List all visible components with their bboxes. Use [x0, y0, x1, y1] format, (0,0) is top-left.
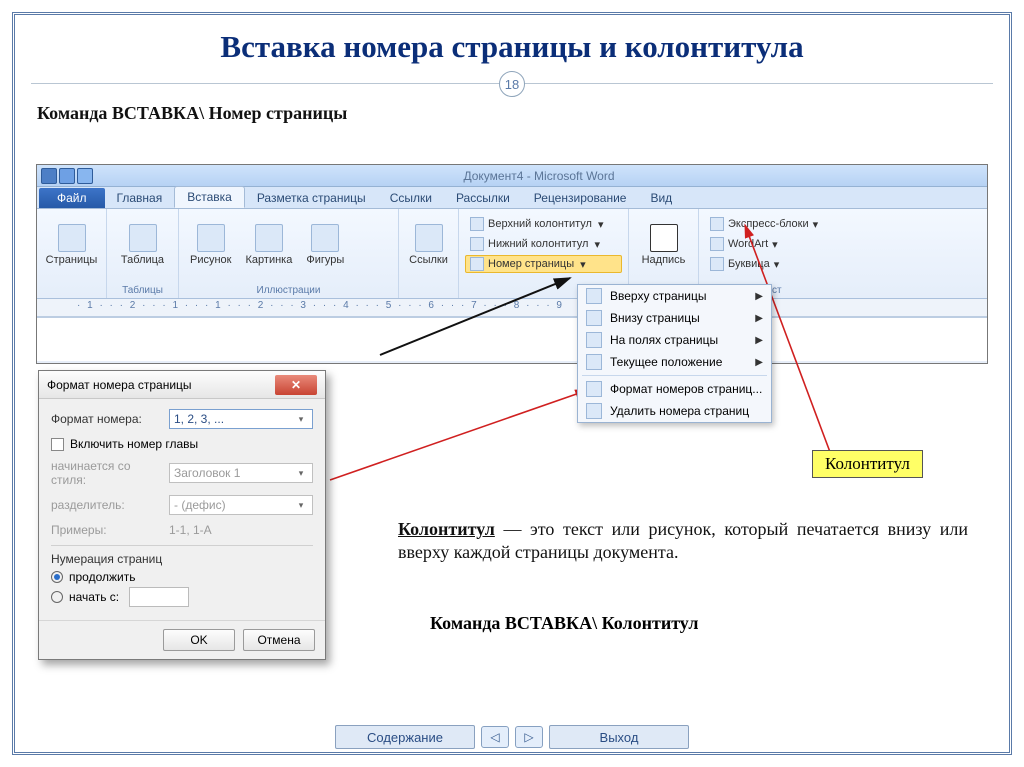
- ruler: [37, 299, 987, 317]
- header-button[interactable]: Верхний колонтитул▾: [465, 215, 622, 233]
- start-at-input[interactable]: [129, 587, 189, 607]
- undo-icon[interactable]: [77, 168, 93, 184]
- pages-button[interactable]: Страницы: [43, 213, 100, 277]
- radio-continue[interactable]: продолжить: [51, 570, 313, 584]
- footer-icon: [470, 237, 484, 251]
- contents-button[interactable]: Содержание: [335, 725, 475, 749]
- page-number-menu: Вверху страницы▶ Внизу страницы▶ На поля…: [577, 284, 772, 423]
- menu-format-page-numbers[interactable]: Формат номеров страниц...: [578, 378, 771, 400]
- tab-layout[interactable]: Разметка страницы: [245, 188, 378, 208]
- next-arrow-icon[interactable]: ▷: [515, 726, 543, 748]
- links-button[interactable]: Ссылки: [405, 213, 452, 277]
- table-button[interactable]: Таблица: [113, 213, 172, 277]
- dialog-titlebar: Формат номера страницы ✕: [39, 371, 325, 399]
- command-path: Команда ВСТАВКА\ Номер страницы: [15, 97, 1009, 130]
- ok-button[interactable]: OK: [163, 629, 235, 651]
- word-app-icon: [41, 168, 57, 184]
- prev-arrow-icon[interactable]: ◁: [481, 726, 509, 748]
- quickparts-button[interactable]: Экспресс-блоки▾: [705, 215, 833, 233]
- dialog-title-text: Формат номера страницы: [47, 378, 192, 392]
- dropcap-icon: [710, 257, 724, 271]
- slide-title: Вставка номера страницы и колонтитула: [15, 15, 1009, 71]
- tab-view[interactable]: Вид: [638, 188, 684, 208]
- numbering-group-label: Нумерация страниц: [51, 552, 313, 566]
- tab-review[interactable]: Рецензирование: [522, 188, 639, 208]
- wordart-button[interactable]: WordArt▾: [705, 235, 833, 253]
- clipart-icon: [255, 224, 283, 252]
- definition-text: Колонтитул — это текст или рисунок, кото…: [398, 518, 968, 565]
- header-icon: [470, 217, 484, 231]
- word-window: Документ4 - Microsoft Word Файл Главная …: [36, 164, 988, 364]
- separator-label: разделитель:: [51, 498, 161, 512]
- group-tables: Таблица Таблицы: [107, 209, 179, 298]
- menu-remove-page-numbers[interactable]: Удалить номера страниц: [578, 400, 771, 422]
- include-chapter-checkbox[interactable]: Включить номер главы: [51, 437, 313, 451]
- menu-top-of-page[interactable]: Вверху страницы▶: [578, 285, 771, 307]
- radio-on-icon: [51, 571, 63, 583]
- menu-bottom-of-page[interactable]: Внизу страницы▶: [578, 307, 771, 329]
- current-icon: [586, 354, 602, 370]
- format-icon: [586, 381, 602, 397]
- shapes-icon: [311, 224, 339, 252]
- divider: 18: [15, 71, 1009, 97]
- picture-icon: [197, 224, 225, 252]
- page-number-button[interactable]: Номер страницы▾: [465, 255, 622, 273]
- checkbox-icon: [51, 438, 64, 451]
- radio-off-icon: [51, 591, 63, 603]
- page-number-badge: 18: [499, 71, 525, 97]
- tab-mailings[interactable]: Рассылки: [444, 188, 522, 208]
- document-area: [37, 317, 987, 361]
- textbox-button[interactable]: Надпись: [635, 213, 692, 277]
- bottom-icon: [586, 310, 602, 326]
- top-icon: [586, 288, 602, 304]
- style-select: Заголовок 1▾: [169, 463, 313, 483]
- dropcap-button[interactable]: Буквица▾: [705, 255, 833, 273]
- save-icon[interactable]: [59, 168, 75, 184]
- exit-button[interactable]: Выход: [549, 725, 689, 749]
- margins-icon: [586, 332, 602, 348]
- menu-page-margins[interactable]: На полях страницы▶: [578, 329, 771, 351]
- quickparts-icon: [710, 217, 724, 231]
- cancel-button[interactable]: Отмена: [243, 629, 315, 651]
- tab-home[interactable]: Главная: [105, 188, 175, 208]
- group-pages: Страницы: [37, 209, 107, 298]
- callout-kolontitul: Колонтитул: [812, 450, 923, 478]
- shapes-button[interactable]: Фигуры: [301, 213, 349, 277]
- format-number-select[interactable]: 1, 2, 3, ...▾: [169, 409, 313, 429]
- picture-button[interactable]: Рисунок: [185, 213, 237, 277]
- tab-file[interactable]: Файл: [39, 188, 105, 208]
- group-links: Ссылки: [399, 209, 459, 298]
- wordart-icon: [710, 237, 724, 251]
- format-number-label: Формат номера:: [51, 412, 161, 426]
- examples-value: 1-1, 1-A: [169, 523, 212, 537]
- tab-references[interactable]: Ссылки: [378, 188, 444, 208]
- tab-insert[interactable]: Вставка: [174, 186, 245, 208]
- examples-label: Примеры:: [51, 523, 161, 537]
- close-icon[interactable]: ✕: [275, 375, 317, 395]
- document-title: Документ4 - Microsoft Word: [95, 169, 983, 183]
- ribbon-tabs: Файл Главная Вставка Разметка страницы С…: [37, 187, 987, 209]
- textbox-icon: [650, 224, 678, 252]
- separator-select: - (дефис)▾: [169, 495, 313, 515]
- pages-icon: [58, 224, 86, 252]
- ribbon: Страницы Таблица Таблицы Рисунок Картинк…: [37, 209, 987, 299]
- radio-start-at[interactable]: начать с:: [51, 587, 313, 607]
- word-titlebar: Документ4 - Microsoft Word: [37, 165, 987, 187]
- format-page-number-dialog: Формат номера страницы ✕ Формат номера: …: [38, 370, 326, 660]
- group-illustrations: Рисунок Картинка Фигуры Иллюстрации: [179, 209, 399, 298]
- definition-term: Колонтитул: [398, 519, 495, 539]
- clipart-button[interactable]: Картинка: [241, 213, 298, 277]
- bottom-nav: Содержание ◁ ▷ Выход: [0, 725, 1024, 749]
- starts-with-style-label: начинается со стиля:: [51, 459, 161, 487]
- command-path-2: Команда ВСТАВКА\ Колонтитул: [430, 613, 698, 634]
- page-number-icon: [470, 257, 484, 271]
- footer-button[interactable]: Нижний колонтитул▾: [465, 235, 622, 253]
- links-icon: [415, 224, 443, 252]
- menu-current-position[interactable]: Текущее положение▶: [578, 351, 771, 373]
- table-icon: [129, 224, 157, 252]
- remove-icon: [586, 403, 602, 419]
